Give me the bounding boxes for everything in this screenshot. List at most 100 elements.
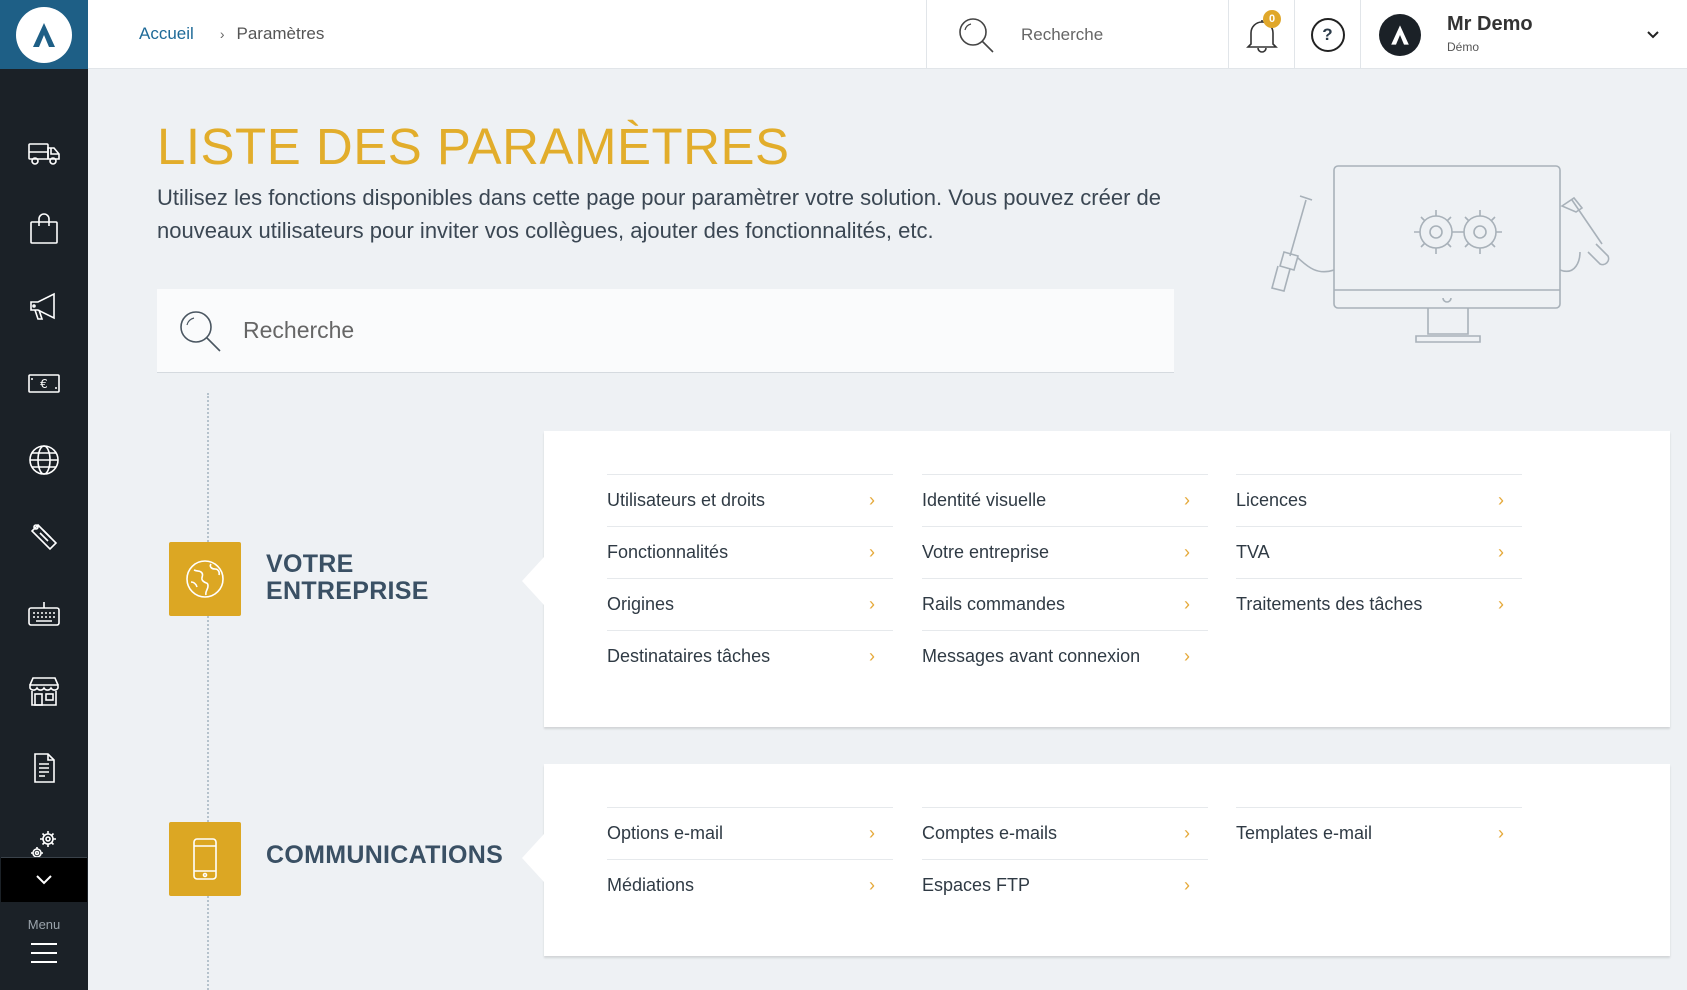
link-label: Espaces FTP: [922, 875, 1031, 895]
megaphone-icon: [30, 292, 55, 320]
euro-banknote-icon: €: [28, 373, 60, 393]
link-label: Options e-mail: [607, 823, 724, 843]
link-label: Templates e-mail: [1236, 823, 1373, 843]
section-enterprise-title-line2: ENTREPRISE: [266, 577, 429, 605]
link-visual-identity[interactable]: Identité visuelle ›: [922, 474, 1208, 526]
link-features[interactable]: Fonctionnalités ›: [607, 526, 893, 578]
section-communications-title-line1: COMMUNICATIONS: [266, 841, 504, 869]
enterprise-column-1: Utilisateurs et droits › Fonctionnalités ›…: [607, 474, 893, 682]
link-label: Traitements des tâches: [1236, 594, 1423, 614]
breadcrumb-home-link[interactable]: Accueil: [139, 24, 194, 44]
avatar: [1379, 14, 1421, 56]
sidebar-item-billing[interactable]: €: [0, 344, 88, 421]
communications-column-2: Comptes e-mails › Espaces FTP ›: [922, 807, 1208, 911]
chevron-right-icon: ›: [1184, 594, 1190, 614]
page-title: LISTE DES PARAMÈTRES: [157, 118, 790, 175]
link-label: TVA: [1236, 542, 1270, 562]
sidebar-item-orders[interactable]: [0, 190, 88, 267]
chevron-right-icon: ›: [869, 542, 875, 562]
breadcrumb-separator-icon: ›: [219, 26, 225, 42]
link-label: Votre entreprise: [922, 542, 1050, 562]
section-communications-title: COMMUNICATIONS: [266, 842, 503, 869]
menu-label: Menu: [27, 917, 61, 932]
link-label: Utilisateurs et droits: [607, 490, 766, 510]
link-email-accounts[interactable]: Comptes e-mails ›: [922, 807, 1208, 859]
breadcrumb: Accueil › Paramètres: [139, 24, 324, 44]
sidebar-item-documents[interactable]: [0, 729, 88, 806]
link-label: Destinataires tâches: [607, 646, 771, 666]
breadcrumb-current: Paramètres: [236, 24, 325, 43]
chevron-right-icon: ›: [1498, 490, 1504, 510]
top-search-input[interactable]: [1021, 24, 1201, 45]
card-pointer: [522, 557, 544, 605]
chevron-right-icon: ›: [1498, 594, 1504, 614]
sidebar-item-labels[interactable]: [0, 498, 88, 575]
storefront-icon: [29, 676, 59, 706]
smartphone-icon: [193, 838, 217, 880]
link-label: Messages avant connexion: [922, 646, 1141, 666]
user-menu[interactable]: Mr Demo Démo: [1361, 0, 1687, 69]
link-vat[interactable]: TVA ›: [1236, 526, 1522, 578]
link-order-rails[interactable]: Rails commandes ›: [922, 578, 1208, 630]
chevron-right-icon: ›: [869, 875, 875, 895]
card-pointer: [522, 834, 544, 882]
parameters-search-box: [157, 289, 1174, 373]
link-your-company[interactable]: Votre entreprise ›: [922, 526, 1208, 578]
sidebar-nav: €: [0, 113, 88, 883]
link-users-rights[interactable]: Utilisateurs et droits ›: [607, 474, 893, 526]
link-email-options[interactable]: Options e-mail ›: [607, 807, 893, 859]
computer-settings-illustration-icon: [1271, 165, 1610, 343]
link-task-processing[interactable]: Traitements des tâches ›: [1236, 578, 1522, 630]
link-origins[interactable]: Origines ›: [607, 578, 893, 630]
communications-column-1: Options e-mail › Médiations ›: [607, 807, 893, 911]
notifications-badge: 0: [1263, 10, 1281, 28]
search-icon: [959, 17, 994, 53]
parameters-search-input[interactable]: [243, 317, 1043, 344]
link-label: Comptes e-mails: [922, 823, 1058, 843]
section-enterprise-title-line1: VOTRE: [266, 550, 354, 578]
chevron-down-icon: [36, 875, 52, 885]
enterprise-column-2: Identité visuelle › Votre entreprise › Rai…: [922, 474, 1208, 682]
link-pre-login-messages[interactable]: Messages avant connexion ›: [922, 630, 1208, 682]
link-label: Rails commandes: [922, 594, 1066, 614]
hamburger-menu-icon[interactable]: [31, 943, 57, 965]
sidebar: € Menu: [0, 0, 88, 990]
link-mediations[interactable]: Médiations ›: [607, 859, 893, 911]
chevron-right-icon: ›: [1498, 823, 1504, 843]
document-icon: [34, 752, 55, 783]
link-task-recipients[interactable]: Destinataires tâches ›: [607, 630, 893, 682]
sidebar-item-delivery[interactable]: [0, 113, 88, 190]
truck-icon: [28, 142, 60, 165]
notifications-button[interactable]: 0: [1229, 0, 1295, 69]
help-button[interactable]: ?: [1295, 0, 1361, 69]
shopping-bag-icon: [30, 212, 58, 244]
section-enterprise-title: VOTRE ENTREPRISE: [266, 551, 429, 605]
user-name: Mr Demo: [1447, 13, 1533, 35]
chevron-down-icon: [1647, 31, 1659, 39]
help-icon: ?: [1310, 17, 1345, 52]
sidebar-item-web[interactable]: [0, 421, 88, 498]
section-enterprise-card: Utilisateurs et droits › Fonctionnalités ›…: [522, 431, 1670, 727]
link-label: Fonctionnalités: [607, 542, 729, 562]
sidebar-item-keyboard[interactable]: [0, 575, 88, 652]
link-ftp-spaces[interactable]: Espaces FTP ›: [922, 859, 1208, 911]
chevron-right-icon: ›: [1184, 875, 1190, 895]
sidebar-expand-button[interactable]: [1, 857, 87, 902]
enterprise-column-3: Licences › TVA › Traitements des tâches ›: [1236, 474, 1522, 630]
keyboard-icon: [28, 601, 60, 626]
globe-icon: [186, 560, 224, 598]
link-email-templates[interactable]: Templates e-mail ›: [1236, 807, 1522, 859]
sidebar-item-marketing[interactable]: [0, 267, 88, 344]
chevron-right-icon: ›: [1184, 823, 1190, 843]
link-label: Médiations: [607, 875, 695, 895]
link-licences[interactable]: Licences ›: [1236, 474, 1522, 526]
communications-column-3: Templates e-mail ›: [1236, 807, 1522, 859]
chevron-right-icon: ›: [1184, 646, 1190, 666]
section-communications-card: Options e-mail › Médiations › Comptes e-ma…: [522, 764, 1670, 956]
chevron-right-icon: ›: [869, 823, 875, 843]
chevron-right-icon: ›: [1184, 490, 1190, 510]
page-description: Utilisez les fonctions disponibles dans …: [157, 185, 1162, 243]
app-logo[interactable]: [0, 0, 88, 69]
link-label: Licences: [1236, 490, 1308, 510]
sidebar-item-shops[interactable]: [0, 652, 88, 729]
